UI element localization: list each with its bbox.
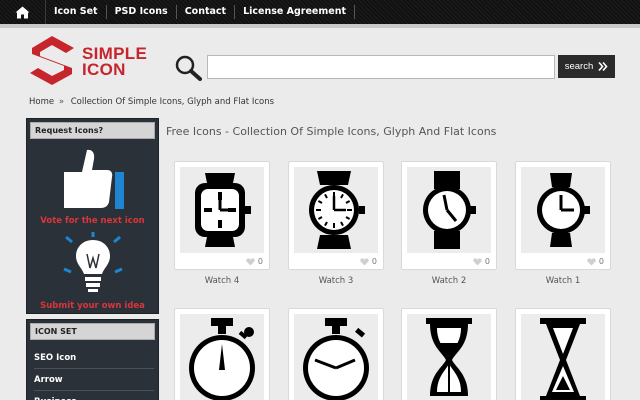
heart-icon xyxy=(587,257,596,265)
like-count[interactable]: 0 xyxy=(246,257,263,266)
like-count[interactable]: 0 xyxy=(360,257,377,266)
wristwatch-round-icon xyxy=(537,173,590,247)
icon-thumbnail xyxy=(294,314,378,400)
breadcrumb-separator: » xyxy=(58,97,65,107)
heart-icon xyxy=(360,257,369,265)
heart-icon xyxy=(473,257,482,265)
search-input[interactable] xyxy=(207,55,555,79)
top-navigation: Icon Set PSD Icons Contact License Agree… xyxy=(0,0,640,24)
icon-card[interactable]: 0 xyxy=(174,161,270,270)
icon-thumbnail xyxy=(407,167,491,253)
nav-underbar xyxy=(0,24,640,28)
icon-caption[interactable]: Watch 4 xyxy=(174,276,270,286)
icon-set-panel: ICON SET SEO Icon Arrow Business xyxy=(26,319,159,400)
icon-card[interactable] xyxy=(174,308,270,400)
nav-link-icon-set[interactable]: Icon Set xyxy=(46,5,107,19)
breadcrumb-home[interactable]: Home xyxy=(29,97,54,107)
lightbulb-icon[interactable] xyxy=(63,232,123,298)
logo-wordmark: SIMPLE ICON xyxy=(82,44,148,79)
category-seo-icon[interactable]: SEO Icon xyxy=(34,347,154,369)
double-chevron-right-icon xyxy=(598,62,608,71)
search-button[interactable]: search xyxy=(558,55,615,78)
stopwatch-icon xyxy=(189,318,255,400)
logo-s-mark xyxy=(30,36,74,85)
search-button-label: search xyxy=(564,61,594,72)
icon-card[interactable] xyxy=(515,308,611,400)
hourglass-outline-icon xyxy=(540,318,586,400)
icon-card[interactable] xyxy=(288,308,384,400)
icon-caption[interactable]: Watch 3 xyxy=(288,276,384,286)
nav-link-contact[interactable]: Contact xyxy=(177,5,236,19)
like-count[interactable]: 0 xyxy=(587,257,604,266)
like-count[interactable]: 0 xyxy=(473,257,490,266)
magnifier-icon xyxy=(175,55,202,81)
breadcrumb: Home » Collection Of Simple Icons, Glyph… xyxy=(29,97,274,107)
icon-thumbnail xyxy=(521,314,605,400)
icon-card[interactable] xyxy=(401,308,497,400)
thumbs-up-icon[interactable] xyxy=(60,146,126,212)
icon-thumbnail xyxy=(294,167,378,253)
icon-caption[interactable]: Watch 2 xyxy=(401,276,497,286)
hourglass-icon xyxy=(426,318,472,396)
icon-card[interactable]: 0 xyxy=(515,161,611,270)
request-icons-title: Request Icons? xyxy=(30,122,155,139)
nav-link-psd-icons[interactable]: PSD Icons xyxy=(107,5,177,19)
nav-link-license-agreement[interactable]: License Agreement xyxy=(235,5,356,19)
icon-caption[interactable]: Watch 1 xyxy=(515,276,611,286)
site-logo[interactable]: SIMPLE ICON xyxy=(26,34,166,86)
stopwatch-clock-icon xyxy=(303,318,369,400)
icon-thumbnail xyxy=(407,314,491,400)
icon-thumbnail xyxy=(521,167,605,253)
category-business[interactable]: Business xyxy=(34,391,154,400)
request-icons-panel: Request Icons? Vote for the next icon Su… xyxy=(26,118,159,314)
home-icon xyxy=(15,6,30,18)
home-link[interactable] xyxy=(0,0,46,24)
icon-card[interactable]: 0 xyxy=(288,161,384,270)
wristwatch-ticks-icon xyxy=(309,171,365,249)
category-arrow[interactable]: Arrow xyxy=(34,369,154,391)
icon-thumbnail xyxy=(180,167,264,253)
heart-icon xyxy=(246,257,255,265)
sidebar: Request Icons? Vote for the next icon Su… xyxy=(26,118,159,400)
breadcrumb-current: Collection Of Simple Icons, Glyph and Fl… xyxy=(70,97,275,107)
wristwatch-band-icon xyxy=(423,171,476,249)
icon-set-title: ICON SET xyxy=(30,323,155,340)
submit-idea-link[interactable]: Submit your own idea xyxy=(27,301,158,311)
icon-thumbnail xyxy=(180,314,264,400)
wristwatch-square-icon xyxy=(195,173,251,247)
icon-card[interactable]: 0 xyxy=(401,161,497,270)
page-title: Free Icons - Collection Of Simple Icons,… xyxy=(166,125,497,138)
vote-next-icon-link[interactable]: Vote for the next icon xyxy=(27,216,158,226)
